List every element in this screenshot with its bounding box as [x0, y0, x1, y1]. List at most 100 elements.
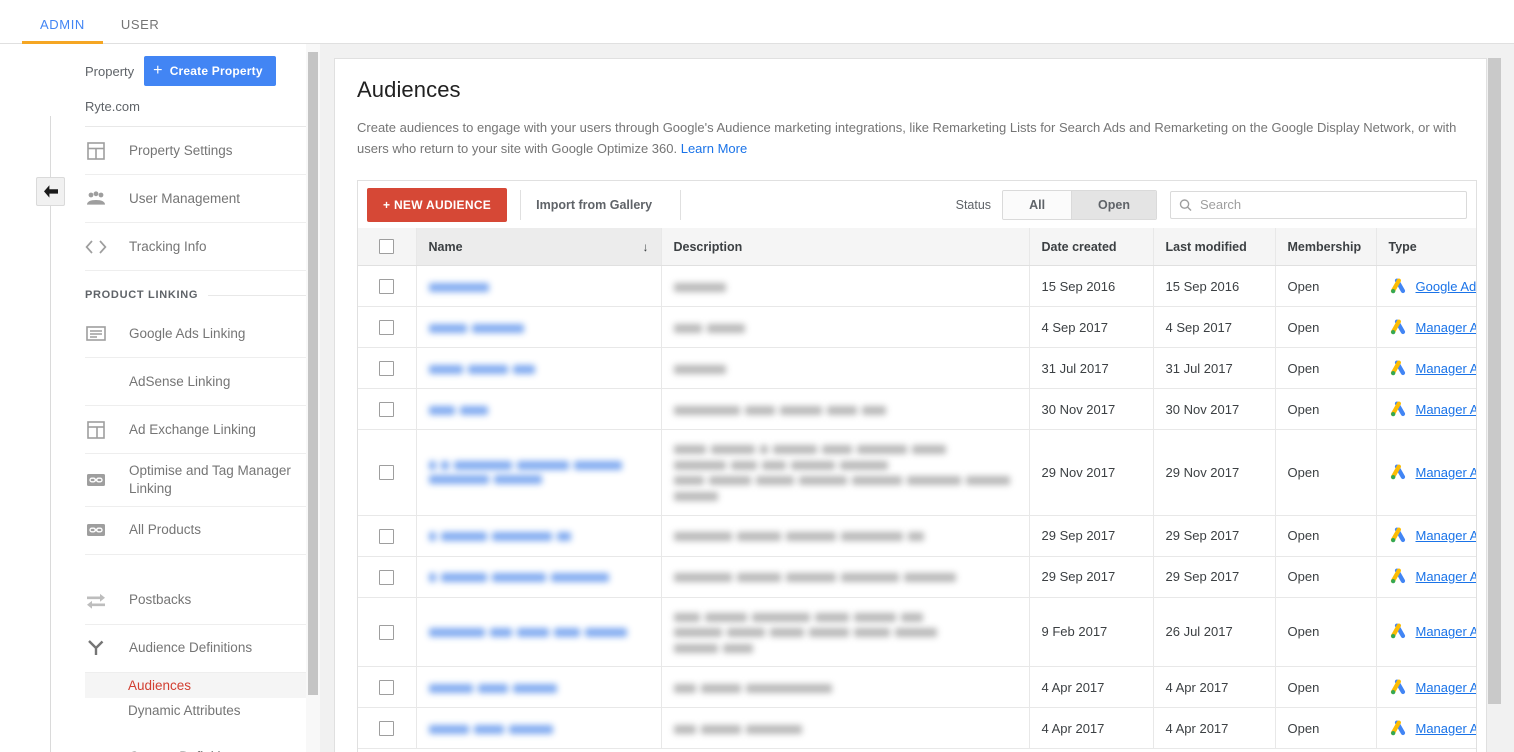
table-row[interactable]: 29 Sep 201729 Sep 2017OpenManager Accoun… [358, 556, 1477, 598]
search-input[interactable] [1199, 197, 1458, 213]
row-checkbox[interactable] [379, 528, 395, 544]
row-checkbox[interactable] [379, 361, 395, 377]
google-ads-logo-icon [1390, 319, 1405, 335]
type-link[interactable]: Manager Account [1416, 569, 1477, 584]
audience-name-cell[interactable] [416, 429, 662, 516]
column-header-description[interactable]: Description [661, 228, 1030, 267]
type-link[interactable]: Manager Account [1416, 624, 1477, 639]
sidebar-item-label: Tracking Info [129, 238, 207, 254]
main-content: Audiences Create audiences to engage wit… [320, 44, 1514, 752]
sidebar-scrollbar-thumb[interactable] [308, 52, 318, 695]
main-scrollbar[interactable] [1486, 58, 1501, 752]
row-checkbox[interactable] [379, 279, 395, 295]
type-link[interactable]: Manager Account [1416, 361, 1477, 376]
tab-user[interactable]: USER [103, 17, 178, 43]
type-cell: Manager Account [1376, 707, 1477, 750]
column-header-name[interactable]: Name ↓ [416, 228, 662, 267]
redacted-text [673, 442, 951, 457]
table-row[interactable]: 29 Sep 201729 Sep 2017OpenManager Accoun… [358, 515, 1477, 557]
column-header-date-created[interactable]: Date created [1029, 228, 1154, 267]
table-head: Name ↓ Description Date created Last mod… [358, 228, 1476, 267]
sidebar-item-property-settings[interactable]: Property Settings [85, 127, 320, 175]
membership-cell: Open [1275, 707, 1377, 750]
sidebar-item-label: Custom Definitions [129, 748, 242, 752]
tab-admin[interactable]: ADMIN [22, 17, 103, 44]
type-link[interactable]: Manager Account [1416, 680, 1477, 695]
audiences-card: Audiences Create audiences to engage wit… [334, 58, 1500, 752]
row-checkbox[interactable] [379, 402, 395, 418]
column-header-type[interactable]: Type [1376, 228, 1476, 267]
create-property-button[interactable]: + Create Property [144, 56, 276, 86]
type-cell: Manager Account [1376, 556, 1477, 598]
audience-name-cell[interactable] [416, 556, 662, 598]
google-ads-logo-icon [1390, 623, 1405, 639]
select-all-checkbox[interactable] [379, 239, 395, 255]
sidebar-item-custom-definitions[interactable]: Dd Custom Definitions [85, 734, 320, 752]
audience-description-cell [661, 666, 1030, 709]
type-link[interactable]: Manager Account [1416, 465, 1477, 480]
import-from-gallery-button[interactable]: Import from Gallery [521, 198, 667, 212]
property-name[interactable]: Ryte.com [85, 86, 307, 127]
sidebar-item-ad-exchange-linking[interactable]: Ad Exchange Linking [85, 406, 320, 454]
type-link[interactable]: Google Ads [1416, 279, 1477, 294]
audience-name-cell[interactable] [416, 707, 662, 750]
type-link[interactable]: Manager Account [1416, 402, 1477, 417]
sidebar-gutter [0, 44, 85, 752]
sidebar-scrollbar[interactable] [306, 44, 320, 752]
status-filter-open[interactable]: Open [1071, 190, 1156, 219]
redacted-text [673, 321, 750, 336]
status-label: Status [955, 197, 992, 212]
table-row[interactable]: 4 Apr 20174 Apr 2017OpenManager Account [358, 707, 1477, 750]
learn-more-link[interactable]: Learn More [681, 141, 747, 156]
audiences-table-container: Name ↓ Description Date created Last mod… [357, 228, 1477, 750]
row-checkbox[interactable] [379, 465, 395, 481]
sidebar-item-all-products[interactable]: All Products [85, 507, 320, 555]
column-header-name-label: Name [428, 239, 463, 254]
audience-name-cell[interactable] [416, 306, 662, 349]
sidebar-item-postbacks[interactable]: Postbacks [85, 577, 320, 625]
sidebar-item-tracking-info[interactable]: Tracking Info [85, 223, 320, 271]
audience-name-cell[interactable] [416, 388, 662, 431]
audience-name-cell[interactable] [416, 347, 662, 390]
row-checkbox[interactable] [379, 569, 395, 585]
audience-description-cell [661, 556, 1030, 598]
table-row[interactable]: 29 Nov 201729 Nov 2017OpenManager Accoun… [358, 429, 1477, 516]
sidebar-subitem-dynamic-attributes[interactable]: Dynamic Attributes [85, 698, 320, 723]
row-checkbox[interactable] [379, 320, 395, 336]
membership-cell: Open [1275, 666, 1377, 709]
column-header-membership[interactable]: Membership [1275, 228, 1377, 267]
redacted-text [673, 625, 942, 640]
page-intro: Create audiences to engage with your use… [357, 117, 1477, 159]
type-link[interactable]: Manager Account [1416, 320, 1477, 335]
last-modified-cell: 29 Sep 2017 [1153, 515, 1276, 557]
table-row[interactable]: 4 Sep 20174 Sep 2017OpenManager Account [358, 306, 1477, 349]
sidebar-item-adsense-linking[interactable]: AdSense Linking [85, 358, 320, 406]
type-link[interactable]: Manager Account [1416, 721, 1477, 736]
column-header-last-modified[interactable]: Last modified [1153, 228, 1276, 267]
table-row[interactable]: 15 Sep 2016 15 Sep 2016 Open Google Ads [358, 265, 1477, 308]
status-filter-all[interactable]: All [1003, 190, 1072, 219]
audience-name-cell[interactable] [416, 666, 662, 709]
row-select-cell [358, 666, 417, 709]
row-checkbox[interactable] [379, 721, 395, 737]
sidebar-item-user-management[interactable]: User Management [85, 175, 320, 223]
type-link[interactable]: Manager Account [1416, 528, 1477, 543]
row-checkbox[interactable] [379, 680, 395, 696]
main-scrollbar-thumb[interactable] [1488, 58, 1501, 704]
nav-spacer-2 [85, 723, 320, 734]
search-box[interactable] [1170, 190, 1467, 219]
sidebar-item-audience-definitions[interactable]: Audience Definitions [85, 625, 320, 673]
table-row[interactable]: 30 Nov 201730 Nov 2017OpenManager Accoun… [358, 388, 1477, 431]
collapse-sidebar-button[interactable] [36, 177, 65, 206]
audience-name-cell[interactable] [416, 265, 662, 308]
sidebar-item-optimise-tag-manager-linking[interactable]: Optimise and Tag Manager Linking [85, 454, 320, 507]
row-checkbox[interactable] [379, 624, 395, 640]
audience-name-cell[interactable] [416, 515, 662, 557]
sidebar-subitem-audiences[interactable]: Audiences [85, 672, 320, 698]
table-row[interactable]: 4 Apr 20174 Apr 2017OpenManager Account [358, 666, 1477, 709]
new-audience-button[interactable]: + NEW AUDIENCE [367, 187, 508, 222]
table-row[interactable]: 31 Jul 201731 Jul 2017OpenManager Accoun… [358, 347, 1477, 390]
table-row[interactable]: 9 Feb 201726 Jul 2017Open Manager Account [358, 597, 1477, 668]
sidebar-item-google-ads-linking[interactable]: Google Ads Linking [85, 310, 320, 358]
audience-name-cell[interactable] [416, 597, 662, 668]
